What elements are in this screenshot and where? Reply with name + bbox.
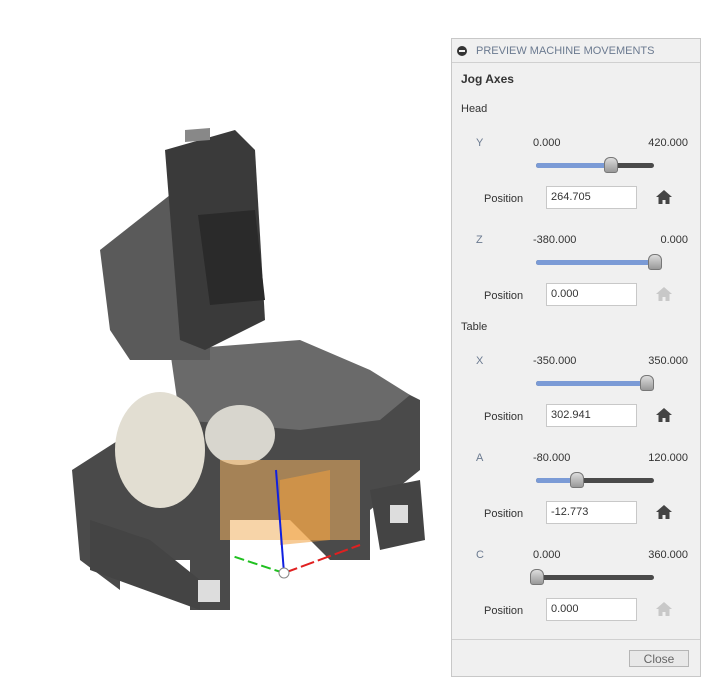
axis-a-slider[interactable] [536,472,654,488]
preview-machine-movements-panel: PREVIEW MACHINE MOVEMENTS Jog Axes Head Y… [451,38,701,677]
slider-thumb[interactable] [530,569,544,585]
slider-thumb[interactable] [648,254,662,270]
axis-c-max: 360.000 [648,549,688,561]
slider-thumb[interactable] [570,472,585,488]
home-icon [656,602,672,616]
position-label: Position [484,508,524,520]
slider-thumb[interactable] [639,375,654,391]
axis-c-position-input[interactable]: 0.000 [546,598,637,621]
axis-x-position-input[interactable]: 302.941 [546,404,637,427]
axis-c-min: 0.000 [533,549,561,561]
axis-y-max: 420.000 [648,137,688,149]
axis-z-position-input[interactable]: 0.000 [546,283,637,306]
close-button[interactable]: Close [629,650,689,667]
axis-z-max: 0.000 [660,234,688,246]
position-label: Position [484,193,524,205]
position-label: Position [484,290,524,302]
home-icon[interactable] [656,505,672,519]
axis-y-position-value: 264.705 [551,191,591,203]
axis-y-position-input[interactable]: 264.705 [546,186,637,209]
collapse-icon[interactable] [457,45,467,56]
axis-y-slider[interactable] [536,157,654,173]
axis-a-min: -80.000 [533,452,571,464]
axis-label-x: X [476,355,484,367]
position-label: Position [484,411,524,423]
group-label-table: Table [461,321,488,333]
axis-a-max: 120.000 [648,452,688,464]
axis-label-z: Z [476,234,483,246]
slider-fill [536,163,611,168]
axis-label-c: C [476,549,484,561]
group-label-head: Head [461,103,488,115]
axis-label-a: A [476,452,484,464]
axis-c-slider[interactable] [530,569,654,585]
slider-fill [536,381,646,386]
axis-y-min: 0.000 [533,137,561,149]
slider-fill [536,260,654,265]
divider [452,639,700,640]
axis-a-position-value: -12.773 [551,506,589,518]
axis-z-slider[interactable] [536,254,662,270]
axis-x-max: 350.000 [648,355,688,367]
axis-x-position-value: 302.941 [551,409,591,421]
panel-title: PREVIEW MACHINE MOVEMENTS [476,44,655,57]
axis-x-min: -350.000 [533,355,577,367]
3d-viewport[interactable] [0,0,448,684]
position-label: Position [484,605,524,617]
axis-c-position-value: 0.000 [551,603,579,615]
panel-header[interactable]: PREVIEW MACHINE MOVEMENTS [452,39,700,63]
axis-a-position-input[interactable]: -12.773 [546,501,637,524]
home-icon [656,287,672,301]
axis-z-position-value: 0.000 [551,288,579,300]
slider-thumb[interactable] [604,157,619,173]
axis-label-y: Y [476,137,484,149]
machine-model [72,128,425,610]
axis-x-slider[interactable] [536,375,654,391]
home-icon[interactable] [656,408,672,422]
home-icon[interactable] [656,190,672,204]
axis-z-min: -380.000 [533,234,577,246]
section-title: Jog Axes [461,72,514,86]
